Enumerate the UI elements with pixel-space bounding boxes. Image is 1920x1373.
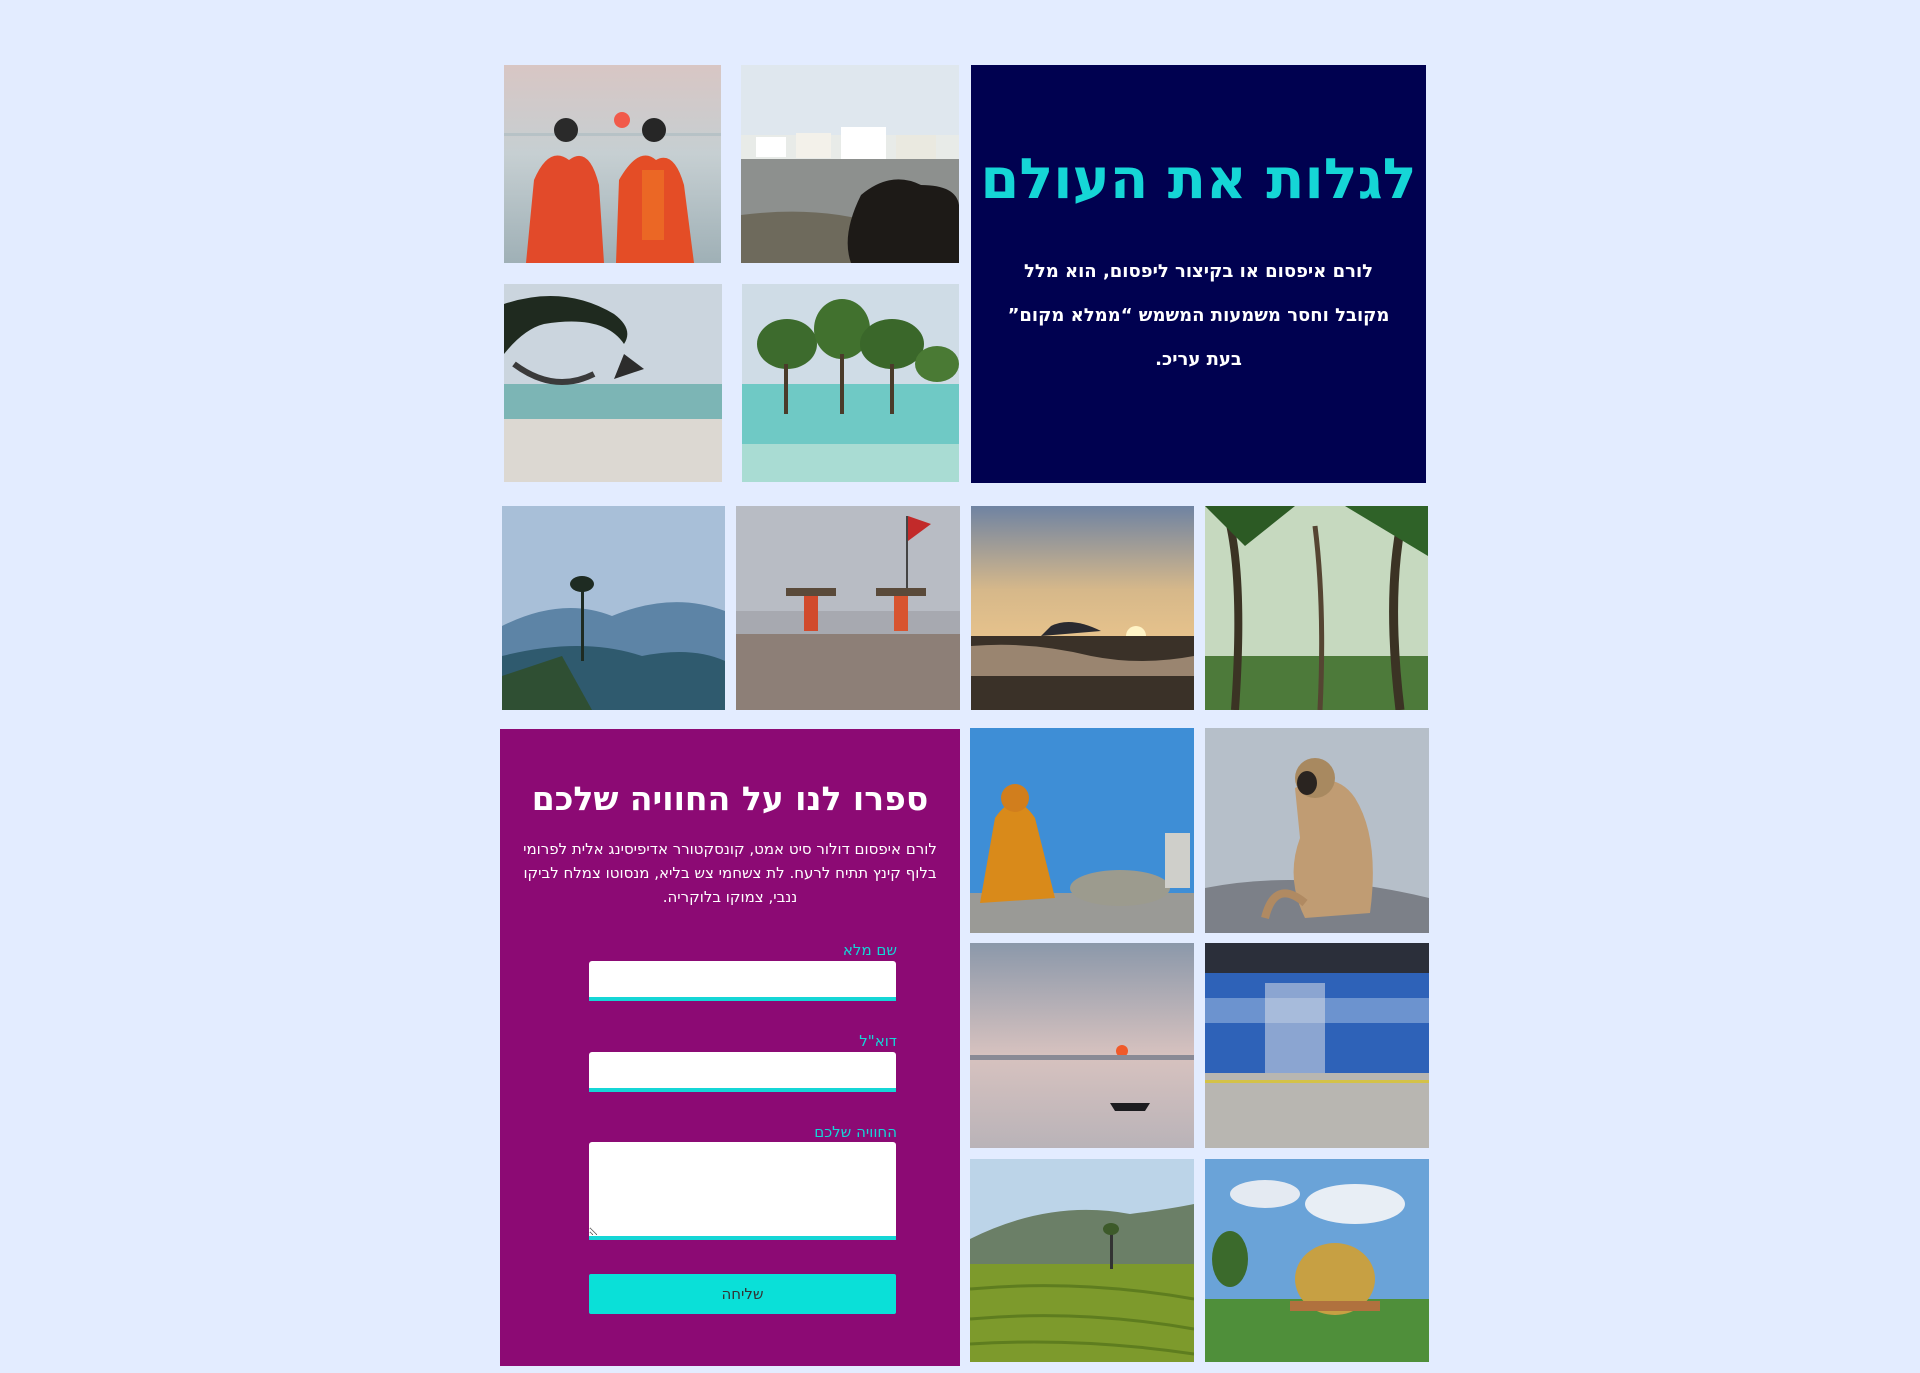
photo-cow-lake — [741, 65, 959, 263]
photo-palm-forest — [1205, 506, 1428, 710]
email-input[interactable] — [589, 1052, 896, 1092]
form-description: לורם איפסום דולור סיט אמט, קונסקטורר אדי… — [523, 840, 937, 906]
photo-langur-monkey — [1205, 728, 1429, 933]
photo-blue-train — [1205, 943, 1429, 1148]
name-input[interactable] — [589, 961, 896, 1001]
name-label: שם מלא — [842, 941, 897, 959]
photo-hammock-beach — [504, 284, 722, 482]
hero-text: לורם איפסום או בקיצור ליפסום, הוא מלל מק… — [1007, 261, 1390, 370]
photo-sunset-tidal-flat — [971, 506, 1194, 710]
hero-panel: לגלות את העולם לורם איפסום או בקיצור ליפ… — [971, 65, 1426, 483]
photo-sadhu-blue-wall — [970, 728, 1194, 933]
photo-women-sunset — [504, 65, 721, 263]
photo-golden-dome — [1205, 1159, 1429, 1362]
photo-mangrove-trees — [742, 284, 959, 482]
photo-misty-mountains — [502, 506, 725, 710]
send-button[interactable]: שליחה — [589, 1274, 896, 1314]
feedback-form-card: ספרו לנו על החוויה שלכם לורם איפסום דולו… — [500, 729, 960, 1366]
photo-tea-plantation — [970, 1159, 1194, 1362]
hero-title: לגלות את העולם — [980, 147, 1417, 212]
photo-boat-sunset-lake — [970, 943, 1194, 1148]
email-label: דוא"ל — [859, 1032, 897, 1050]
experience-label: החוויה שלכם — [814, 1123, 897, 1141]
experience-textarea[interactable] — [589, 1142, 896, 1240]
photo-beach-wood-carriers — [736, 506, 960, 710]
form-title: ספרו לנו על החוויה שלכם — [531, 779, 929, 818]
